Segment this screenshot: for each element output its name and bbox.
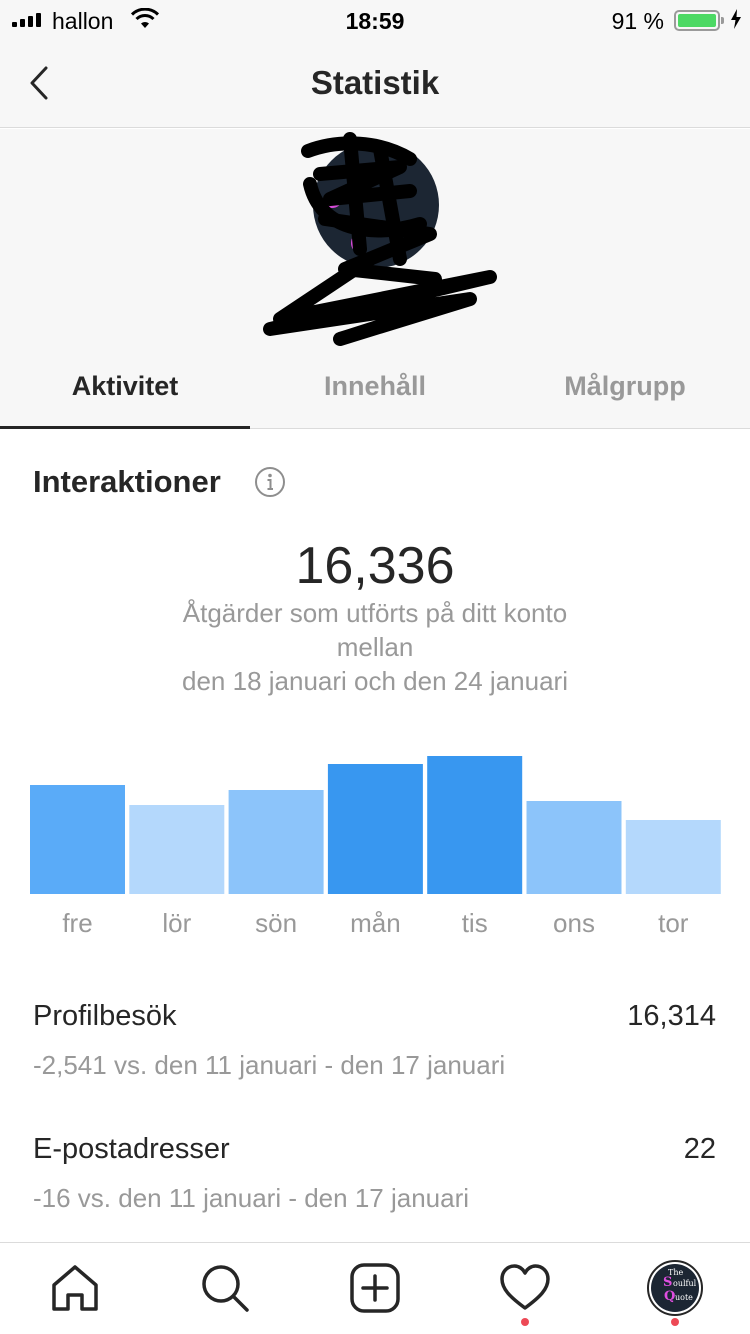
metric-value-email: 22: [683, 1133, 716, 1165]
section-title: Interaktioner: [33, 464, 221, 499]
activity-notification-dot: [521, 1318, 529, 1326]
avatar-text-oulful: oulful: [673, 1279, 697, 1288]
info-icon[interactable]: [254, 466, 286, 498]
tab-audience[interactable]: Målgrupp: [500, 347, 750, 428]
avatar-text-q: Q: [664, 1289, 676, 1304]
metric-label-profile-visits: Profilbesök: [33, 1000, 177, 1032]
chart-x-label: tor: [658, 908, 689, 938]
chart-x-label: tis: [462, 908, 488, 938]
tab-activity[interactable]: Aktivitet: [0, 347, 250, 429]
chart-bar-fre[interactable]: [30, 785, 125, 894]
metric-label-email: E-postadresser: [33, 1133, 230, 1165]
metric-comparison-email: -16 vs. den 11 januari - den 17 januari: [33, 1183, 470, 1213]
interactions-description: Åtgärder som utförts på ditt konto: [182, 598, 568, 628]
chart-bar-tor[interactable]: [625, 820, 721, 894]
chart-bar-tis[interactable]: [427, 756, 523, 894]
chart-bar-mån[interactable]: [327, 764, 423, 894]
metric-value-profile-visits: 16,314: [627, 1000, 716, 1032]
interactions-description-between: mellan: [336, 632, 414, 662]
chart-bar-lör[interactable]: [129, 805, 225, 894]
profile-notification-dot: [671, 1318, 679, 1326]
interactions-date-range: den 18 januari och den 24 januari: [182, 666, 568, 696]
battery-icon: [674, 10, 724, 31]
stats-tabs: Aktivitet Innehåll Målgrupp: [0, 347, 750, 429]
interactions-bar-chart: fre lör sön mån tis ons tor: [30, 756, 721, 938]
chart-x-label: lör: [162, 908, 191, 938]
avatar-text-s: S: [663, 1275, 673, 1290]
activity-heart-icon[interactable]: [498, 1261, 552, 1315]
chart-x-label: sön: [255, 908, 297, 938]
interactions-total: 16,336: [295, 537, 455, 595]
chart-x-label: fre: [62, 908, 92, 938]
metric-comparison-profile-visits: -2,541 vs. den 11 januari - den 17 janua…: [33, 1050, 506, 1080]
chart-x-label: mån: [350, 908, 401, 938]
navigation-bar: Statistik: [0, 40, 750, 128]
tab-content[interactable]: Innehåll: [250, 347, 500, 428]
redaction-scribble: [263, 132, 497, 346]
new-post-icon[interactable]: [348, 1261, 402, 1315]
charging-bolt-icon: [731, 9, 741, 29]
search-icon[interactable]: [198, 1261, 252, 1315]
chart-x-label: ons: [553, 908, 595, 938]
chart-bar-sön[interactable]: [228, 790, 324, 894]
bottom-tab-bar: [0, 1242, 750, 1334]
avatar-text-uote: uote: [675, 1293, 693, 1302]
home-icon[interactable]: [48, 1261, 102, 1315]
page-title: Statistik: [310, 64, 440, 101]
profile-tab-avatar[interactable]: The S oulful Q uote: [647, 1260, 703, 1316]
chart-bar-ons[interactable]: [526, 801, 622, 894]
battery-percent: 91 %: [611, 8, 664, 34]
status-bar: hallon 18:59 91 %: [0, 0, 750, 40]
